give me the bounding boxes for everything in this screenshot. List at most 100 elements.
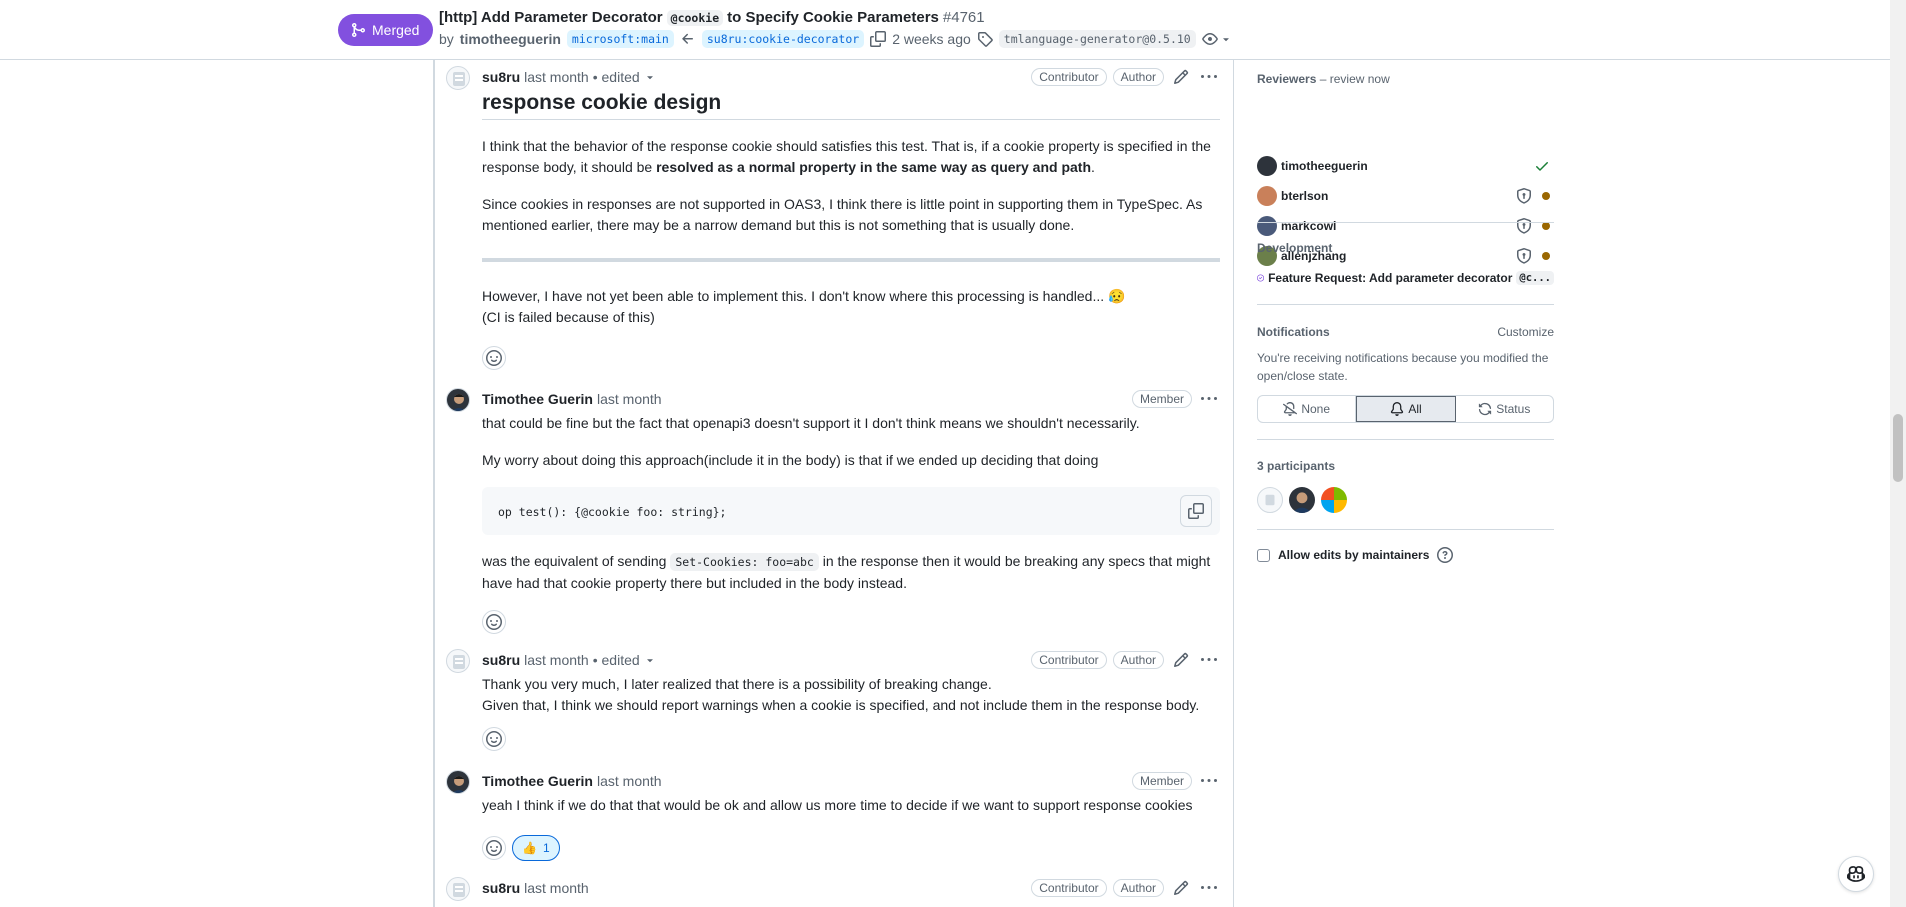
comment-time[interactable]: last month <box>524 880 589 896</box>
comment-paragraph: I think that the behavior of the respons… <box>482 136 1220 178</box>
by-label: by <box>439 31 454 47</box>
edited-dropdown[interactable]: • edited <box>593 69 656 85</box>
more-options-button[interactable] <box>1198 770 1220 792</box>
kebab-icon <box>1201 779 1217 782</box>
pencil-icon <box>1173 652 1189 668</box>
inline-code: Set-Cookies: foo=abc <box>670 553 819 571</box>
customize-link[interactable]: Customize <box>1497 325 1554 339</box>
reviewer-row[interactable]: timotheeguerin <box>1257 155 1554 177</box>
reviewer-status <box>1516 188 1550 204</box>
watch-dropdown[interactable] <box>1201 31 1232 47</box>
notif-status-label: Status <box>1496 402 1531 416</box>
linked-issue-code: @c... <box>1516 271 1554 285</box>
add-reaction-button[interactable] <box>482 346 506 370</box>
participant-avatar-timothee[interactable] <box>1289 487 1315 513</box>
head-branch[interactable]: su8ru:cookie-decorator <box>701 30 865 48</box>
paragraph-text: . <box>1091 159 1095 175</box>
comment-paragraph: However, I have not yet been able to imp… <box>482 286 1220 328</box>
comment-time[interactable]: last month <box>597 773 662 789</box>
comment-time[interactable]: last month <box>597 391 662 407</box>
notif-none-label: None <box>1301 402 1330 416</box>
page-scrollbar[interactable] <box>1890 0 1906 907</box>
reviewers-heading[interactable]: Reviewers – review now <box>1257 72 1554 86</box>
merged-label: Merged <box>372 22 420 38</box>
reviewer-avatar <box>1257 156 1277 176</box>
kebab-icon <box>1201 75 1217 78</box>
edit-button[interactable] <box>1170 649 1192 671</box>
merge-icon <box>352 23 366 37</box>
notif-status-button[interactable]: Status <box>1456 396 1553 422</box>
notification-reason: You're receiving notifications because y… <box>1257 351 1549 383</box>
comment-author[interactable]: su8ru <box>482 69 520 85</box>
reviewer-status <box>1516 218 1550 234</box>
avatar-su8ru[interactable] <box>446 66 470 90</box>
notif-none-button[interactable]: None <box>1258 396 1357 422</box>
reactions-bar <box>482 346 506 370</box>
check-icon <box>1536 162 1548 171</box>
comment-body: response cookie design I think that the … <box>482 92 1220 328</box>
copy-branch-icon[interactable] <box>870 31 887 47</box>
paragraph-line: Given that, I think we should report war… <box>482 697 1200 713</box>
base-branch[interactable]: microsoft:main <box>566 30 674 48</box>
comment-time[interactable]: last month <box>524 652 589 668</box>
paragraph-line: However, I have not yet been able to imp… <box>482 288 1126 304</box>
add-reaction-button[interactable] <box>482 610 506 634</box>
reviewers-title: Reviewers <box>1257 72 1317 86</box>
reviewers-subtitle: – review now <box>1319 72 1390 86</box>
pr-title-suffix: to Specify Cookie Parameters <box>727 9 939 26</box>
kebab-icon <box>1201 658 1217 661</box>
thumbs-up-reaction[interactable]: 👍 1 <box>512 835 560 861</box>
edited-dropdown[interactable]: • edited <box>593 652 656 668</box>
comment-paragraph: Since cookies in responses are not suppo… <box>482 196 1203 233</box>
reviewer-row[interactable]: markcowl <box>1257 215 1554 237</box>
timeline-comment: su8ru last month • edited Contributor Au… <box>446 66 1220 371</box>
reviewer-row[interactable]: bterlson <box>1257 185 1554 207</box>
more-options-button[interactable] <box>1198 388 1220 410</box>
participant-avatar-microsoft[interactable] <box>1321 487 1347 513</box>
comment-paragraph: My worry about doing this approach(inclu… <box>482 452 1099 468</box>
more-options-button[interactable] <box>1198 877 1220 899</box>
linked-issue[interactable]: Feature Request: Add parameter decorator… <box>1257 270 1554 286</box>
comment-time[interactable]: last month <box>524 69 589 85</box>
reactions-bar: 👍 1 <box>482 835 560 861</box>
reactions-bar <box>482 610 506 634</box>
avatar-su8ru[interactable] <box>446 649 470 673</box>
more-options-button[interactable] <box>1198 66 1220 88</box>
edit-button[interactable] <box>1170 877 1192 899</box>
comment-author[interactable]: Timothee Guerin <box>482 391 593 407</box>
add-reaction-button[interactable] <box>482 836 506 860</box>
copilot-button[interactable] <box>1838 856 1874 892</box>
contributor-label: Contributor <box>1031 879 1107 897</box>
caret-down-icon <box>646 76 653 80</box>
pr-author-link[interactable]: timotheeguerin <box>460 31 561 47</box>
avatar-su8ru[interactable] <box>446 877 470 901</box>
reactions-bar <box>482 727 506 751</box>
smiley-icon <box>486 731 502 747</box>
shield-icon <box>1517 218 1531 234</box>
edited-label: • edited <box>592 69 640 85</box>
avatar-timothee-guerin[interactable] <box>446 770 470 794</box>
member-label: Member <box>1131 772 1192 790</box>
avatar-timothee-guerin[interactable] <box>446 388 470 412</box>
notif-all-button[interactable]: All <box>1356 396 1456 422</box>
comment-author[interactable]: Timothee Guerin <box>482 773 593 789</box>
paragraph-line: (CI is failed because of this) <box>482 309 655 325</box>
comment-author[interactable]: su8ru <box>482 880 520 896</box>
comment-author[interactable]: su8ru <box>482 652 520 668</box>
question-icon[interactable] <box>1437 547 1454 563</box>
edit-button[interactable] <box>1170 66 1192 88</box>
more-options-button[interactable] <box>1198 649 1220 671</box>
sidebar-divider <box>1257 222 1554 223</box>
scrollbar-thumb[interactable] <box>1893 414 1903 482</box>
release-tag[interactable]: tmlanguage-generator@0.5.10 <box>998 30 1196 48</box>
allow-edits-checkbox[interactable] <box>1257 548 1270 562</box>
copy-code-button[interactable] <box>1180 495 1212 527</box>
development-heading[interactable]: Development <box>1257 241 1554 255</box>
add-reaction-button[interactable] <box>482 727 506 751</box>
participant-avatar-su8ru[interactable] <box>1257 487 1283 513</box>
smiley-icon <box>486 350 502 366</box>
pr-title-prefix: [http] Add Parameter Decorator <box>439 9 663 26</box>
contributor-label: Contributor <box>1031 68 1107 86</box>
author-label: Author <box>1112 879 1164 897</box>
comment-header: Timothee Guerin last month Member <box>482 770 1220 792</box>
